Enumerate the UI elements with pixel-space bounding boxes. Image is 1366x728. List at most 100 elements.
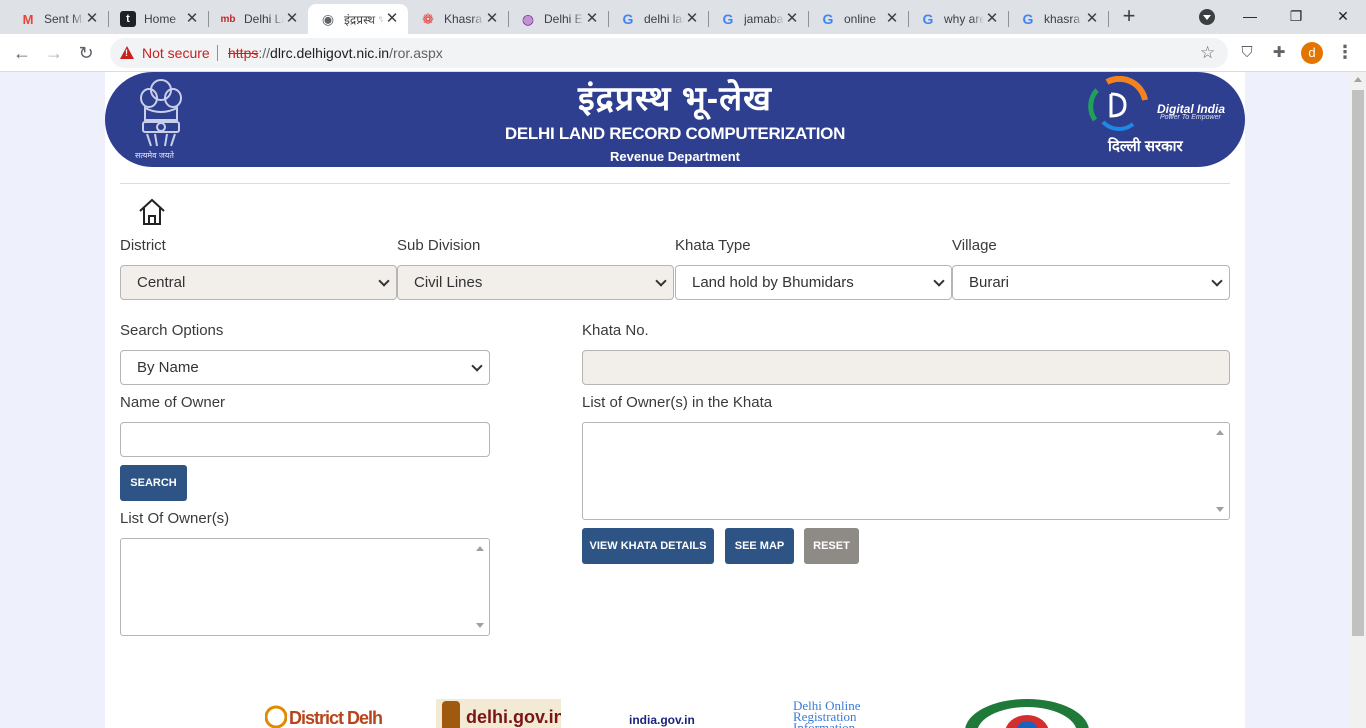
tab-title: Khasra [444,12,483,26]
chevron-down-icon [1211,275,1223,287]
khata-no-input[interactable] [582,350,1230,385]
close-icon[interactable]: ✕ [1084,11,1100,27]
close-icon[interactable]: ✕ [684,11,700,27]
delhi-seal-logo[interactable] [965,699,1090,728]
close-icon[interactable]: ✕ [784,11,800,27]
google-icon: G [822,11,834,27]
khata-type-select[interactable]: Land hold by Bhumidars [675,265,952,300]
tab-google-jamabandi[interactable]: G jamabandi ✕ [708,4,808,34]
owner-name-input[interactable] [120,422,490,457]
delhi-gov-in-logo[interactable]: delhi.gov.in [436,699,561,728]
minimize-icon[interactable]: — [1240,6,1260,26]
site-title: DELHI LAND RECORD COMPUTERIZATION [504,124,846,143]
chevron-down-icon [378,275,390,287]
khata-type-value: Land hold by Bhumidars [692,274,854,291]
site-subtitle: Revenue Department [609,149,741,164]
url-text[interactable]: https://dlrc.delhigovt.nic.in/ror.aspx [228,45,443,61]
url-scheme: https [228,45,259,61]
sub-division-select[interactable]: Civil Lines [397,265,674,300]
india-gov-in-logo[interactable]: india.gov.in [627,699,737,728]
security-status[interactable]: Not secure [142,45,210,61]
emblem-mini-icon [442,701,460,728]
puzzle-extensions-icon[interactable]: ✚ [1270,44,1288,62]
see-map-button[interactable]: SEE MAP [725,528,794,564]
reset-button[interactable]: RESET [804,528,859,564]
close-icon[interactable]: ✕ [584,11,600,27]
village-select[interactable]: Burari [952,265,1230,300]
shield-extension-icon[interactable]: ⛉ [1238,44,1256,62]
owner-name-label: Name of Owner [120,394,226,411]
tab-google-delhi-land[interactable]: G delhi land ✕ [608,4,708,34]
tab-google-why-are[interactable]: G why are ✕ [908,4,1008,34]
window-close-icon[interactable]: ✕ [1333,6,1353,26]
tab-title: Sent Mail [44,12,84,26]
owner-list-box[interactable] [120,538,490,636]
view-khata-details-button[interactable]: VIEW KHATA DETAILS [582,528,714,564]
tab-google-online[interactable]: G online ✕ [808,4,908,34]
scroll-up-icon[interactable] [1354,77,1362,82]
address-divider [217,45,218,61]
tab-search-icon[interactable] [1199,9,1215,25]
search-options-value: By Name [137,359,199,376]
village-value: Burari [969,274,1010,291]
scroll-down-icon[interactable] [1216,507,1224,512]
close-icon[interactable]: ✕ [184,11,200,27]
search-options-select[interactable]: By Name [120,350,490,385]
t-icon: t [120,11,136,27]
tab-home[interactable]: t Home ✕ [108,4,208,34]
scroll-up-icon[interactable] [476,546,484,551]
tab-sent-mail[interactable]: M Sent Mail ✕ [8,4,108,34]
owners-in-khata-box[interactable] [582,422,1230,520]
scrollbar-thumb[interactable] [1352,90,1364,636]
home-icon[interactable] [137,197,167,227]
more-menu-icon[interactable]: ⋮ [1336,42,1354,64]
district-delhi-logo[interactable]: District Delhi [263,699,383,728]
close-icon[interactable]: ✕ [384,11,400,27]
delhi-gov-in-text: delhi.gov.in [466,707,561,727]
sub-division-label: Sub Division [397,237,481,254]
close-icon[interactable]: ✕ [984,11,1000,27]
page-scrollbar[interactable] [1350,72,1366,728]
scroll-up-icon[interactable] [1216,430,1224,435]
tab-delhi-e[interactable]: ◍ Delhi E ✕ [508,4,608,34]
tab-khasra[interactable]: ❁ Khasra ✕ [408,4,508,34]
bookmark-star-icon[interactable]: ☆ [1200,43,1215,63]
delhi-sarkar-text: दिल्ली सरकार [1108,138,1183,155]
close-icon[interactable]: ✕ [884,11,900,27]
tab-delhi-land[interactable]: mb Delhi Land ✕ [208,4,308,34]
back-arrow-icon[interactable]: ← [10,41,34,65]
cluster-icon: ❁ [422,10,434,27]
district-value: Central [137,274,186,291]
circular-seal-icon [965,699,1089,728]
address-bar[interactable]: Not secure https://dlrc.delhigovt.nic.in… [110,38,1228,68]
google-icon: G [922,11,934,27]
district-delhi-text: District Delhi [289,708,383,728]
close-icon[interactable]: ✕ [484,11,500,27]
digital-india-tagline: Power To Empower [1160,114,1221,121]
page-viewport: सत्यमेव जयते इंद्रप्रस्थ भू-लेख DELHI LA… [0,72,1350,728]
page-content: सत्यमेव जयते इंद्रप्रस्थ भू-लेख DELHI LA… [105,72,1245,728]
district-select[interactable]: Central [120,265,397,300]
owners-in-khata-label: List of Owner(s) in the Khata [582,394,773,411]
reload-icon[interactable]: ↻ [74,41,98,65]
district-label: District [120,237,166,254]
new-tab-button[interactable]: + [1118,5,1140,28]
digital-india-logo [1088,76,1148,131]
forward-arrow-icon[interactable]: → [42,41,66,65]
village-label: Village [952,237,997,254]
tab-title: why are [944,12,984,26]
browser-toolbar: ← → ↻ Not secure https://dlrc.delhigovt.… [0,34,1366,72]
profile-avatar[interactable]: d [1301,42,1323,64]
close-icon[interactable]: ✕ [284,11,300,27]
tab-google-khasra[interactable]: G khasra ✕ [1008,4,1108,34]
scroll-down-icon[interactable] [476,623,484,628]
restore-icon[interactable]: ❐ [1286,6,1306,26]
tab-title: jamabandi [744,12,784,26]
tab-title: Delhi Land [244,12,284,26]
delhi-online-registration-logo[interactable]: Delhi Online Registration Information [791,699,916,728]
tab-active-dlrc[interactable]: ◉ इंद्रप्रस्थ भू-लेख ✕ [308,4,408,34]
warning-icon[interactable] [120,46,134,59]
header-divider [120,183,1230,184]
close-icon[interactable]: ✕ [84,11,100,27]
search-button[interactable]: SEARCH [120,465,187,501]
